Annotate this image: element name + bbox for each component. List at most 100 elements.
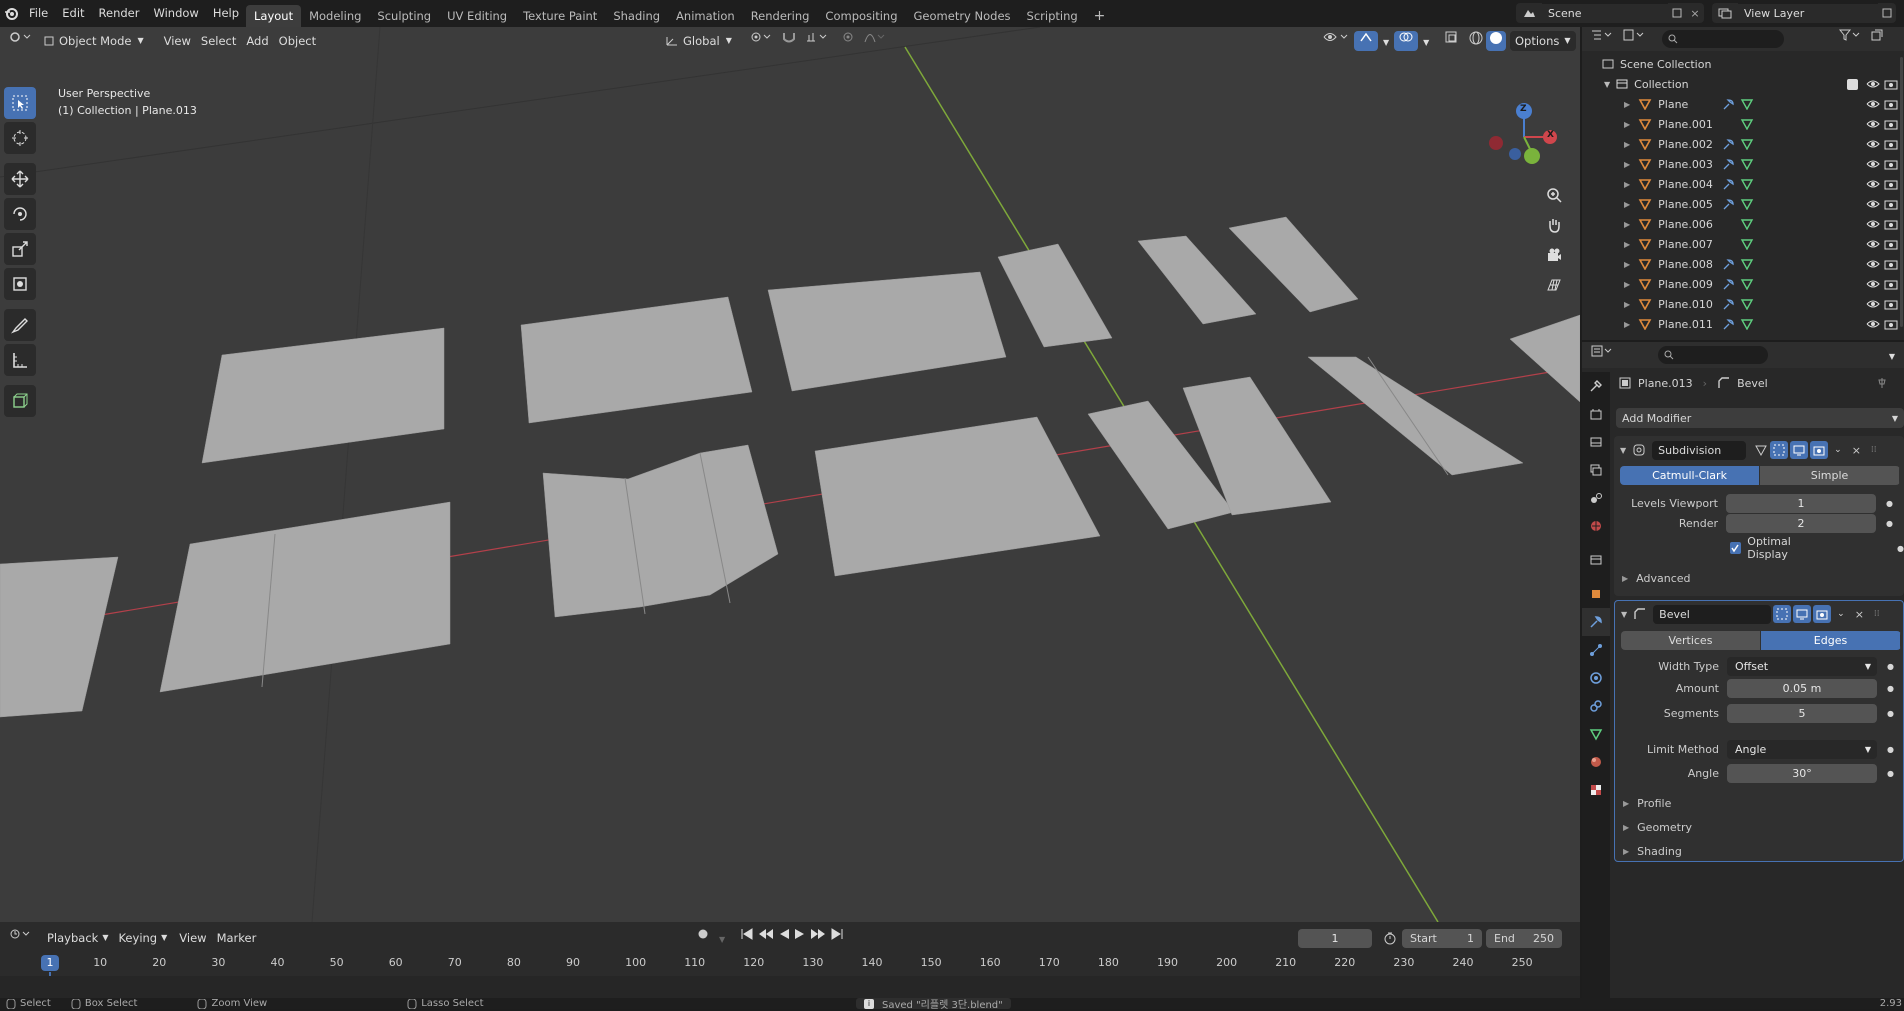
view-layer-icon[interactable] xyxy=(1712,3,1738,23)
gizmo-dropdown-icon[interactable]: ▼ xyxy=(1378,31,1394,51)
properties-search-input[interactable] xyxy=(1658,346,1768,364)
outliner-item[interactable]: ▶ Plane xyxy=(1582,94,1904,114)
outliner-item[interactable]: ▶ Plane.008 xyxy=(1582,254,1904,274)
visibility-icon[interactable] xyxy=(1318,31,1354,51)
overlays-dropdown-icon[interactable]: ▼ xyxy=(1418,31,1434,51)
camera-icon[interactable] xyxy=(1884,318,1898,330)
pin-icon[interactable] xyxy=(1876,377,1888,389)
shading-subpanel[interactable]: ▶ Shading xyxy=(1623,841,1682,861)
camera-icon[interactable] xyxy=(1884,278,1898,290)
mesh-data-icon[interactable] xyxy=(1740,118,1754,130)
outliner-item[interactable]: ▶ Plane.005 xyxy=(1582,194,1904,214)
select-box-tool-icon[interactable] xyxy=(4,87,36,119)
drag-handle-icon[interactable]: ⁞⁞ xyxy=(1871,445,1877,455)
levels-viewport-field[interactable]: 1 xyxy=(1726,493,1876,513)
collapse-arrow-icon[interactable]: ▼ xyxy=(1604,80,1610,89)
eye-icon[interactable] xyxy=(1866,279,1880,289)
camera-icon[interactable] xyxy=(1884,118,1898,130)
remove-modifier-icon[interactable]: × xyxy=(1852,444,1861,457)
checkbox-icon[interactable] xyxy=(1847,78,1858,90)
scale-tool-icon[interactable] xyxy=(4,233,36,265)
eye-icon[interactable] xyxy=(1866,159,1880,169)
eye-icon[interactable] xyxy=(1866,179,1880,189)
outliner-item[interactable]: ▶ Plane.007 xyxy=(1582,234,1904,254)
cage-toggle-icon[interactable] xyxy=(1770,441,1789,459)
camera-icon[interactable] xyxy=(1884,238,1898,250)
copy-view-layer-icon[interactable] xyxy=(1878,3,1896,23)
scene-field[interactable]: Scene xyxy=(1542,3,1668,23)
amount-field[interactable]: 0.05 m xyxy=(1727,678,1877,698)
tab-uv-editing[interactable]: UV Editing xyxy=(439,5,515,27)
geometry-subpanel[interactable]: ▶ Geometry xyxy=(1623,817,1692,837)
output-tab-icon[interactable] xyxy=(1582,428,1610,456)
navigation-gizmo[interactable]: Z X xyxy=(1488,99,1560,171)
start-frame-field[interactable]: Start 1 xyxy=(1402,928,1482,948)
playback-menu[interactable]: Playback ▼ xyxy=(42,928,113,948)
eye-icon[interactable] xyxy=(1866,239,1880,249)
proportional-edit-icon[interactable] xyxy=(837,31,859,51)
camera-icon[interactable] xyxy=(1884,138,1898,150)
keying-menu[interactable]: Keying ▼ xyxy=(113,928,172,948)
data-tab-icon[interactable] xyxy=(1582,720,1610,748)
wrench-icon[interactable] xyxy=(1722,178,1736,190)
keyframe-dot-icon[interactable]: ● xyxy=(1886,499,1893,508)
gizmo-toggle-icon[interactable] xyxy=(1354,31,1378,51)
keyframe-dot-icon[interactable]: ● xyxy=(1887,745,1894,754)
properties-editor[interactable]: ▼ Plane.013 › Bevel Add Modifier ▼ ▼ Sub… xyxy=(1582,342,1904,1009)
camera-icon[interactable] xyxy=(1884,158,1898,170)
mesh-data-icon[interactable] xyxy=(1740,238,1754,250)
menu-help[interactable]: Help xyxy=(206,0,246,27)
object-tab-icon[interactable] xyxy=(1582,580,1610,608)
outliner-search-input[interactable] xyxy=(1662,30,1784,48)
current-frame-field[interactable]: 1 xyxy=(1298,928,1372,948)
wrench-icon[interactable] xyxy=(1722,318,1736,330)
scene-tab-icon[interactable] xyxy=(1582,484,1610,512)
optimal-display-checkbox[interactable] xyxy=(1729,542,1742,554)
physics-tab-icon[interactable] xyxy=(1582,664,1610,692)
expand-arrow-icon[interactable]: ▶ xyxy=(1624,260,1630,269)
mesh-data-icon[interactable] xyxy=(1740,178,1754,190)
menu-file[interactable]: File xyxy=(22,0,55,27)
timeline[interactable]: Playback ▼ Keying ▼ View Marker ▼ 1 Start … xyxy=(0,922,1580,1009)
width-type-dropdown[interactable]: Offset ▼ xyxy=(1727,656,1877,676)
copy-scene-icon[interactable] xyxy=(1668,3,1686,23)
particles-tab-icon[interactable] xyxy=(1582,636,1610,664)
viewport-toggle-icon[interactable] xyxy=(1793,605,1812,623)
mesh-data-icon[interactable] xyxy=(1740,218,1754,230)
options-dropdown[interactable]: Options ▼ xyxy=(1510,31,1576,51)
marker-menu[interactable]: Marker xyxy=(212,928,262,948)
add-modifier-dropdown[interactable]: Add Modifier ▼ xyxy=(1616,408,1904,428)
panel-collapse-icon[interactable]: ▼ xyxy=(1621,610,1627,619)
tab-modeling[interactable]: Modeling xyxy=(301,5,369,27)
stopwatch-icon[interactable] xyxy=(1378,931,1402,945)
modifier-tab-icon[interactable] xyxy=(1582,608,1610,636)
camera-icon[interactable] xyxy=(1884,258,1898,270)
panel-collapse-icon[interactable]: ▼ xyxy=(1620,446,1626,455)
snap-target-icon[interactable] xyxy=(801,31,833,51)
wireframe-shading-icon[interactable] xyxy=(1466,31,1486,51)
drag-handle-icon[interactable]: ⁞⁞ xyxy=(1874,609,1880,619)
wrench-icon[interactable] xyxy=(1722,278,1736,290)
add-cube-tool-icon[interactable] xyxy=(4,385,36,417)
render-levels-field[interactable]: 2 xyxy=(1726,513,1876,533)
mesh-data-icon[interactable] xyxy=(1740,98,1754,110)
segments-field[interactable]: 5 xyxy=(1727,703,1877,723)
properties-editor-icon[interactable] xyxy=(1586,345,1618,365)
collection-tab-icon[interactable] xyxy=(1582,546,1610,574)
outliner-item[interactable]: ▶ Plane.010 xyxy=(1582,294,1904,314)
pivot-icon[interactable] xyxy=(745,31,777,51)
outliner-scrollbar[interactable] xyxy=(1900,57,1903,327)
display-mode-icon[interactable] xyxy=(1618,29,1650,49)
scene-collection-row[interactable]: Scene Collection xyxy=(1582,54,1904,74)
wrench-icon[interactable] xyxy=(1722,98,1736,110)
viewport-toggle-icon[interactable] xyxy=(1790,441,1809,459)
expand-arrow-icon[interactable]: ▶ xyxy=(1624,200,1630,209)
world-tab-icon[interactable] xyxy=(1582,512,1610,540)
timeline-view-menu[interactable]: View xyxy=(174,928,211,948)
camera-icon[interactable] xyxy=(1884,98,1898,110)
outliner-item[interactable]: ▶ Plane.001 xyxy=(1582,114,1904,134)
limit-method-dropdown[interactable]: Angle ▼ xyxy=(1727,739,1877,759)
snap-icon[interactable] xyxy=(777,31,801,51)
add-workspace-button[interactable]: + xyxy=(1086,5,1114,27)
render-toggle-icon[interactable] xyxy=(1810,441,1829,459)
